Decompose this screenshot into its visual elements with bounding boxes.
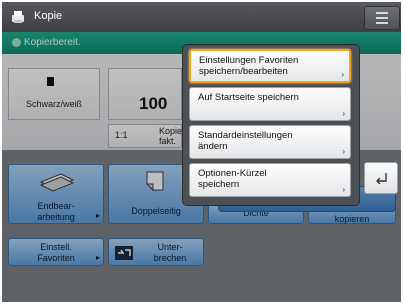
back-button[interactable] xyxy=(364,162,398,194)
copy-screen: Kopie Kopierbereit. Schwarz/weiß 100 1:1… xyxy=(2,2,401,302)
chevron-right-icon: › xyxy=(342,109,345,118)
return-arrow-icon xyxy=(376,173,387,184)
menu-item-edit-favorites[interactable]: Einstellungen Favoriten speichern/bearbe… xyxy=(189,49,351,83)
menu-item-save-options-shortcut[interactable]: Optionen-Kürzel speichern › xyxy=(189,163,351,197)
menu-item-label: Optionen-Kürzel speichern xyxy=(198,168,267,190)
copy-app-icon xyxy=(12,11,24,23)
title-bar: Kopie xyxy=(2,2,401,32)
chevron-right-icon: › xyxy=(341,70,344,79)
chevron-right-icon: › xyxy=(342,147,345,156)
menu-item-label: Standardeinstellungen ändern xyxy=(198,130,293,152)
menu-item-save-home[interactable]: Auf Startseite speichern › xyxy=(189,87,351,121)
window-title: Kopie xyxy=(34,10,63,22)
favorites-menu-popup: Einstellungen Favoriten speichern/bearbe… xyxy=(182,44,360,206)
hamburger-menu-icon[interactable] xyxy=(364,6,400,30)
menu-item-label: Auf Startseite speichern xyxy=(198,92,299,103)
chevron-right-icon: › xyxy=(342,185,345,194)
menu-item-label: Einstellungen Favoriten speichern/bearbe… xyxy=(199,55,299,77)
menu-item-change-defaults[interactable]: Standardeinstellungen ändern › xyxy=(189,125,351,159)
